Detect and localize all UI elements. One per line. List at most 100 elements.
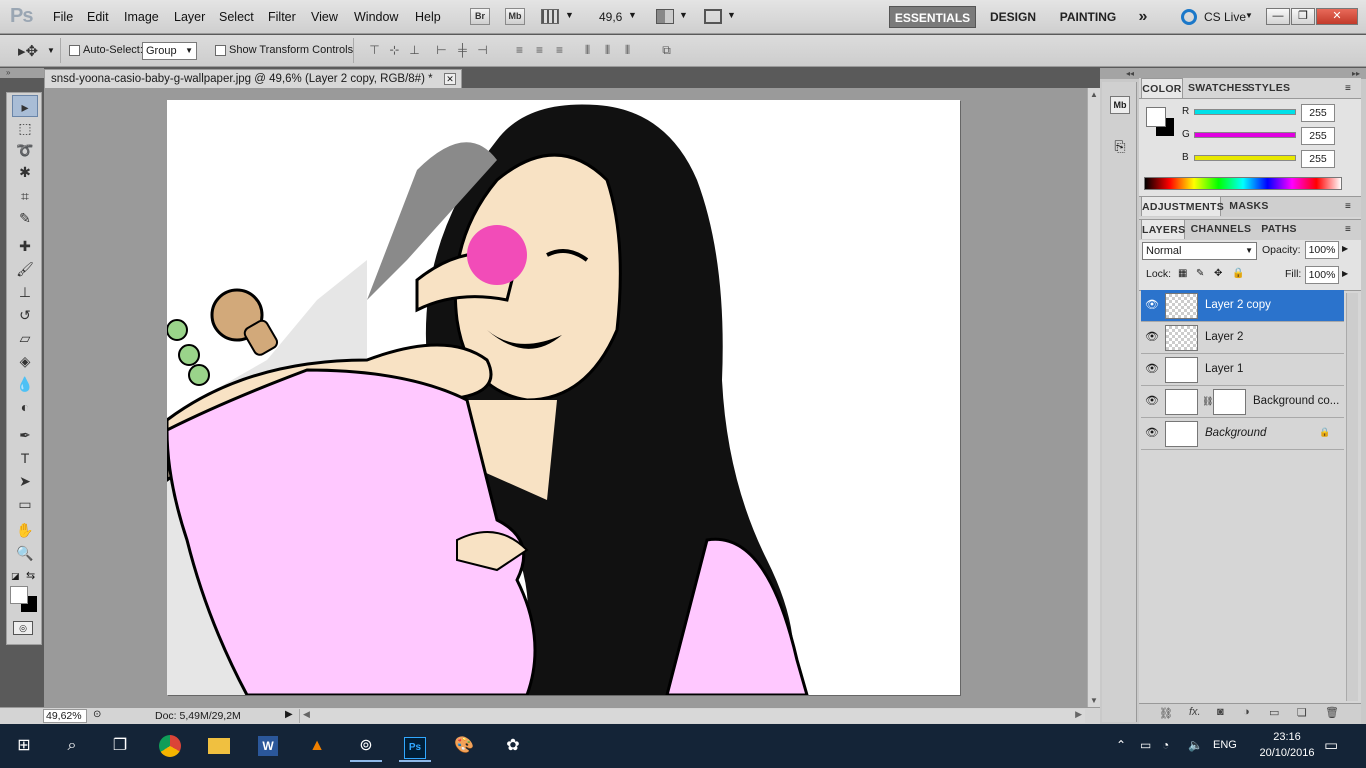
lock-image-icon[interactable]: ✎ [1196,268,1204,279]
steam-icon[interactable]: ⊚ [350,730,382,762]
blur-tool-icon[interactable]: 💧 [12,373,38,395]
lock-transparent-icon[interactable]: ▦ [1178,268,1187,279]
b-slider[interactable] [1194,155,1296,161]
language-indicator[interactable]: ENG [1213,739,1237,751]
r-value[interactable]: 255 [1301,104,1335,122]
layer-mask-thumbnail[interactable] [1213,389,1246,415]
adjustment-layer-icon[interactable]: ◑ [1243,706,1250,718]
vlc-icon[interactable]: ▲ [301,730,333,762]
distribute-right-icon[interactable]: ⫴ [620,43,635,57]
panel-menu-icon[interactable]: ≡ [1345,224,1351,235]
chain-icon[interactable]: ⛓ [1202,396,1213,407]
chevron-down-icon[interactable]: ▼ [47,46,55,55]
photoshop-taskbar-icon[interactable]: Ps [399,730,431,762]
paint-bucket-tool-icon[interactable]: ◈ [12,350,38,372]
scroll-down-icon[interactable]: ▼ [1090,696,1098,705]
auto-select-dropdown[interactable]: Group ▼ [142,42,197,60]
quick-select-tool-icon[interactable]: ✱ [12,161,38,183]
cs-live-label[interactable]: CS Live [1204,10,1246,24]
b-value[interactable]: 255 [1301,150,1335,168]
new-group-icon[interactable]: ▭ [1269,706,1279,719]
delete-layer-icon[interactable]: 🗑 [1325,706,1339,719]
search-icon[interactable]: ⌕ [56,730,88,762]
layer-row[interactable]: 👁 Layer 2 copy [1141,290,1344,322]
layer-row[interactable]: 👁 Layer 2 [1141,322,1344,354]
mini-bridge-button[interactable]: Mb [505,8,525,25]
swap-colors-icon[interactable]: ⇆ [26,569,35,582]
close-tab-icon[interactable]: ✕ [444,73,456,85]
show-hidden-icons-icon[interactable]: ⌃ [1116,738,1126,752]
close-button[interactable]: ✕ [1316,8,1358,25]
minimize-button[interactable]: — [1266,8,1290,25]
align-bottom-icon[interactable]: ⊥ [407,43,422,57]
document-canvas[interactable] [167,100,960,695]
new-layer-icon[interactable]: ❏ [1297,706,1307,719]
g-slider[interactable] [1194,132,1296,138]
lasso-tool-icon[interactable]: ➰ [12,139,38,161]
g-value[interactable]: 255 [1301,127,1335,145]
add-mask-icon[interactable]: ◙ [1217,706,1224,718]
align-right-icon[interactable]: ⊣ [475,43,490,57]
menu-help[interactable]: Help [415,10,441,24]
chevron-down-icon[interactable]: ▼ [565,10,574,20]
paint-tool-icon[interactable]: ✿ [497,730,529,762]
type-tool-icon[interactable]: T [12,447,38,469]
menu-layer[interactable]: Layer [174,10,205,24]
chevron-down-icon[interactable]: ▼ [1245,11,1253,20]
align-top-icon[interactable]: ⊤ [367,43,382,57]
lock-all-icon[interactable]: 🔒 [1232,268,1244,279]
action-center-icon[interactable]: ▭ [1324,736,1338,754]
clock-time[interactable]: 23:16 [1262,731,1312,743]
tab-swatches[interactable]: SWATCHES [1188,78,1249,98]
tab-adjustments[interactable]: ADJUSTMENTS [1141,196,1224,216]
brush-tool-icon[interactable]: 🖌 [12,258,38,280]
eye-icon[interactable]: 👁 [1145,427,1159,439]
quick-mask-icon[interactable]: ◎ [13,621,33,635]
layers-scrollbar[interactable] [1346,293,1358,701]
align-hcenter-icon[interactable]: ╪ [455,43,470,57]
zoom-field[interactable]: 49,62% [43,709,87,723]
fx-icon[interactable]: fx. [1189,706,1201,718]
tab-layers[interactable]: LAYERS [1141,219,1185,239]
arrange-documents-icon[interactable] [656,9,674,24]
bridge-button[interactable]: Br [470,8,490,25]
status-info-icon[interactable]: ⊙ [93,709,107,723]
chevron-down-icon[interactable]: ▼ [727,10,736,20]
screen-mode-icon[interactable] [704,9,722,24]
windows-start-icon[interactable]: ⊞ [8,730,40,762]
document-tab[interactable]: snsd-yoona-casio-baby-g-wallpaper.jpg @ … [44,69,462,88]
paint-app-icon[interactable]: 🎨 [448,730,480,762]
panel-menu-icon[interactable]: ≡ [1345,201,1351,212]
menu-select[interactable]: Select [219,10,254,24]
vertical-scrollbar[interactable]: ▲ ▼ [1087,88,1100,708]
layer-row[interactable]: 👁 Background 🔒 [1141,418,1344,450]
more-workspaces-icon[interactable]: » [1131,6,1155,28]
move-tool-icon[interactable]: ▸ [12,95,38,117]
auto-select-checkbox[interactable] [69,45,80,56]
chrome-icon[interactable] [154,730,186,762]
workspace-painting[interactable]: PAINTING [1052,6,1124,28]
auto-align-icon[interactable]: ⧉ [659,43,674,57]
word-icon[interactable]: W [252,730,284,762]
panel-menu-icon[interactable]: ≡ [1345,83,1351,94]
chevron-down-icon[interactable]: ▼ [628,10,637,20]
menu-edit[interactable]: Edit [87,10,109,24]
menu-image[interactable]: Image [124,10,159,24]
menu-filter[interactable]: Filter [268,10,296,24]
menu-window[interactable]: Window [354,10,398,24]
restore-button[interactable]: ❐ [1291,8,1315,25]
menu-view[interactable]: View [311,10,338,24]
healing-brush-tool-icon[interactable]: ✚ [12,235,38,257]
scroll-left-icon[interactable]: ◀ [303,709,310,720]
eyedropper-tool-icon[interactable]: ✎ [12,207,38,229]
distribute-bottom-icon[interactable]: ≡ [552,43,567,57]
link-layers-icon[interactable]: ⛓ [1159,707,1173,720]
workspace-design[interactable]: DESIGN [985,6,1041,28]
lock-position-icon[interactable]: ✥ [1214,268,1222,279]
shape-tool-icon[interactable]: ▭ [12,493,38,515]
chevron-down-icon[interactable]: ▼ [679,10,688,20]
battery-icon[interactable]: ▭ [1140,738,1151,752]
file-explorer-icon[interactable] [203,730,235,762]
distribute-vcenter-icon[interactable]: ≡ [532,43,547,57]
fill-value[interactable]: 100% [1305,266,1339,284]
